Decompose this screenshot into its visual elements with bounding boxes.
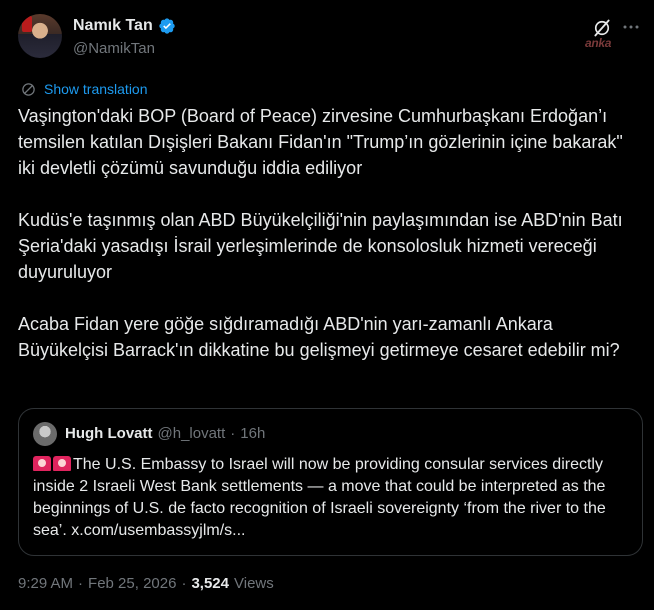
views-count[interactable]: 3,524 (191, 575, 229, 592)
globe-icon (22, 82, 35, 96)
quote-time[interactable]: 16h (240, 425, 265, 442)
siren-icon (33, 456, 51, 471)
author-name-row: Namık Tan (73, 17, 176, 35)
tweet-detail: Namık Tan @NamikTan anka Show translatio… (0, 0, 654, 610)
quoted-tweet[interactable]: Hugh Lovatt @h_lovatt · 16h The U.S. Emb… (18, 408, 643, 556)
tweet-paragraph: Acaba Fidan yere göğe sığdıramadığı ABD'… (18, 314, 620, 360)
more-icon[interactable] (622, 18, 640, 36)
author-avatar[interactable] (18, 14, 62, 58)
quote-text: The U.S. Embassy to Israel will now be p… (33, 454, 633, 542)
verified-badge-icon[interactable] (158, 17, 176, 35)
quote-author-avatar[interactable] (33, 422, 57, 446)
tweet-paragraph: Vaşington'daki BOP (Board of Peace) zirv… (18, 106, 623, 178)
tweet-paragraph: Kudüs'e taşınmış olan ABD Büyükelçiliği'… (18, 210, 623, 282)
tweet-time[interactable]: 9:29 AM (18, 575, 73, 592)
quote-author-name[interactable]: Hugh Lovatt (65, 425, 153, 442)
meta-separator: · (78, 575, 84, 592)
show-translation[interactable]: Show translation (21, 81, 148, 97)
grok-icon[interactable] (592, 18, 612, 38)
views-label: Views (234, 575, 274, 592)
author-display-name[interactable]: Namık Tan (73, 17, 153, 35)
quote-author-handle[interactable]: @h_lovatt (158, 425, 226, 442)
author-handle[interactable]: @NamikTan (73, 40, 155, 57)
tweet-text: Vaşington'daki BOP (Board of Peace) zirv… (18, 103, 638, 363)
meta-separator: · (181, 575, 187, 592)
watermark-logo: anka (585, 36, 612, 50)
siren-icon (53, 456, 71, 471)
quote-body: The U.S. Embassy to Israel will now be p… (33, 456, 606, 539)
quote-separator: · (230, 425, 236, 442)
show-translation-link[interactable]: Show translation (44, 81, 148, 97)
tweet-meta: 9:29 AM · Feb 25, 2026 · 3,524 Views (18, 575, 274, 592)
quote-header: Hugh Lovatt @h_lovatt · 16h (65, 425, 265, 442)
tweet-date[interactable]: Feb 25, 2026 (88, 575, 176, 592)
